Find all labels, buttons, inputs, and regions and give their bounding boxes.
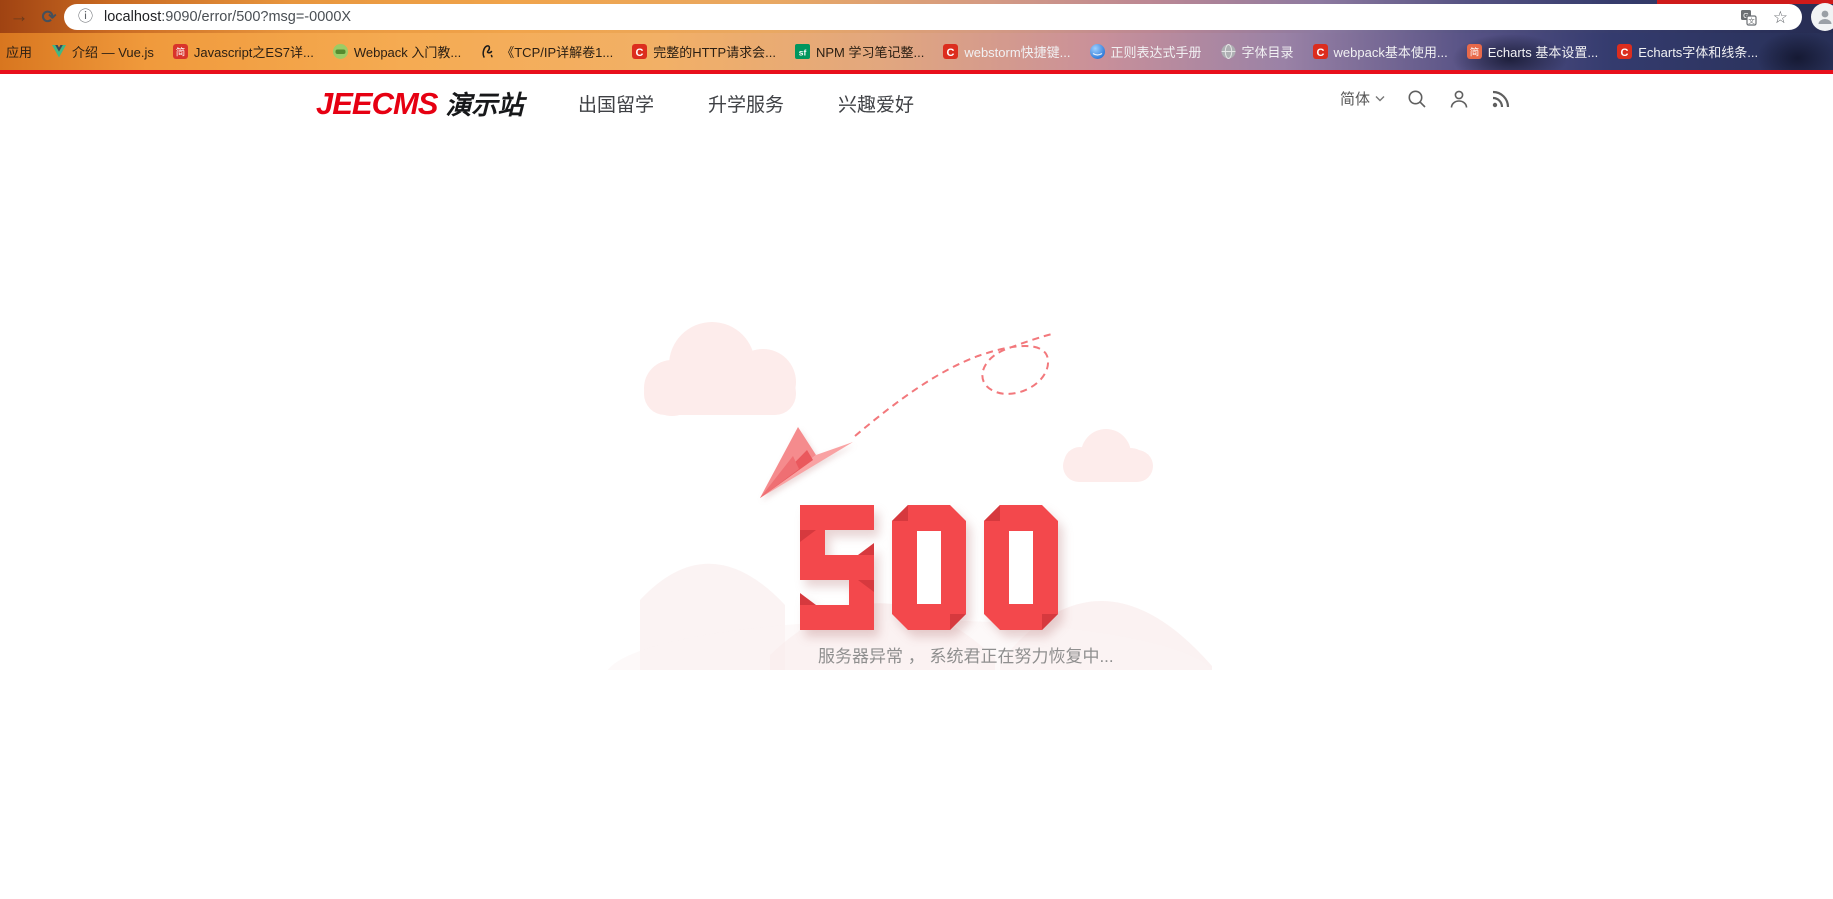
bookmark-label: webstorm快捷键... <box>964 45 1071 60</box>
svg-text:文: 文 <box>1748 16 1755 25</box>
bookmark-label: 正则表达式手册 <box>1110 45 1202 60</box>
bookmark-label: Javascript之ES7详... <box>193 45 314 60</box>
bookmark-item[interactable]: C Echarts字体和线条... <box>1617 42 1758 61</box>
search-icon[interactable] <box>1407 89 1427 109</box>
error-message: 服务器异常 ， 系统君正在努力恢复中... <box>818 647 1114 666</box>
person-icon <box>1818 10 1832 24</box>
url-host: localhost <box>104 9 162 25</box>
bookmark-label: 完整的HTTP请求会... <box>653 45 776 60</box>
bookmark-label: Webpack 入门教... <box>353 45 462 60</box>
bookmark-item[interactable]: 简 Echarts 基本设置... <box>1466 42 1599 61</box>
bookmark-star-icon[interactable]: ☆ <box>1773 9 1788 26</box>
svg-text:简: 简 <box>1469 47 1479 59</box>
error-code-graphic <box>800 505 1058 630</box>
bookmark-item[interactable]: 简 Javascript之ES7详... <box>172 42 314 61</box>
globe-blue-icon <box>1089 44 1105 59</box>
url-text[interactable]: localhost:9090/error/500?msg=-0000X <box>104 9 1740 25</box>
webpack-icon <box>332 44 348 59</box>
bookmark-item[interactable]: 介绍 — Vue.js <box>51 42 154 61</box>
translate-icon[interactable]: G 文 <box>1740 9 1757 26</box>
cloud-left <box>644 322 796 416</box>
nav-item[interactable]: 出国留学 <box>578 90 654 117</box>
csdn-icon: C <box>943 44 959 59</box>
site-info-icon[interactable]: ⓘ <box>78 9 94 25</box>
vue-icon <box>51 44 66 59</box>
bookmark-label: webpack基本使用... <box>1333 45 1448 60</box>
rss-icon[interactable] <box>1491 89 1511 109</box>
svg-text:C: C <box>1621 47 1629 59</box>
site-header: JEECMS 演示站 出国留学 升学服务 兴趣爱好 简体 <box>0 74 1833 136</box>
forward-button[interactable]: → <box>6 4 32 30</box>
url-path: :9090/error/500?msg=-0000X <box>161 9 352 25</box>
bookmark-label: 《TCP/IP详解卷1... <box>501 45 614 60</box>
jianshu-icon: 简 <box>172 44 188 59</box>
csdn-icon: C <box>1617 44 1633 59</box>
header-utilities: 简体 <box>1340 88 1511 109</box>
bookmark-item[interactable]: 正则表达式手册 <box>1089 42 1202 61</box>
bookmarks-bar: 应用 介绍 — Vue.js 简 Javascript之ES7详... Webpack … <box>0 33 1833 70</box>
svg-text:sf: sf <box>799 48 807 58</box>
csdn-icon: C <box>1312 44 1328 59</box>
signature-icon <box>480 44 495 59</box>
jianshu-orange-icon: 简 <box>1466 44 1482 59</box>
csdn-icon: C <box>632 44 648 59</box>
svg-text:简: 简 <box>176 47 186 59</box>
bookmark-item[interactable]: 《TCP/IP详解卷1... <box>480 42 613 61</box>
reload-button[interactable]: ⟳ <box>36 4 62 30</box>
webpage: JEECMS 演示站 出国留学 升学服务 兴趣爱好 简体 服务器异常 ， 系统君… <box>0 74 1833 899</box>
bookmark-label: 介绍 — Vue.js <box>72 45 154 60</box>
paper-plane <box>760 427 853 498</box>
profile-avatar[interactable] <box>1811 3 1833 31</box>
bookmark-item[interactable]: 应用 <box>6 42 32 61</box>
bookmark-item[interactable]: sf NPM 学习笔记整... <box>794 42 925 61</box>
user-icon[interactable] <box>1449 89 1469 109</box>
bookmark-item[interactable]: C 完整的HTTP请求会... <box>632 42 776 61</box>
language-selector[interactable]: 简体 <box>1340 88 1385 109</box>
svg-text:C: C <box>636 47 644 59</box>
url-bar[interactable]: ⓘ localhost:9090/error/500?msg=-0000X G … <box>64 4 1802 30</box>
logo-text-en: JEECMS <box>316 86 438 121</box>
main-nav: 出国留学 升学服务 兴趣爱好 <box>578 90 914 117</box>
nav-item[interactable]: 兴趣爱好 <box>838 90 914 117</box>
bookmark-item[interactable]: Cwebpack基本使用... <box>1312 42 1448 61</box>
globe-icon <box>1221 44 1236 59</box>
chevron-down-icon <box>1375 96 1385 102</box>
nav-item[interactable]: 升学服务 <box>708 90 784 117</box>
flight-trail <box>854 333 1053 437</box>
bookmark-label: Echarts字体和线条... <box>1638 45 1759 60</box>
svg-text:C: C <box>947 47 955 59</box>
error-500-illustration <box>607 322 1213 670</box>
bookmark-label: Echarts 基本设置... <box>1487 45 1599 60</box>
language-label: 简体 <box>1340 91 1371 108</box>
cloud-right <box>1063 429 1153 482</box>
bookmark-item[interactable]: 字体目录 <box>1221 42 1294 61</box>
segmentfault-icon: sf <box>794 44 810 59</box>
bookmark-label: 应用 <box>6 45 33 60</box>
browser-chrome: → ⟳ ⓘ localhost:9090/error/500?msg=-0000… <box>0 0 1833 70</box>
bookmark-item[interactable]: Cwebstorm快捷键... <box>943 42 1071 61</box>
bookmark-label: NPM 学习笔记整... <box>815 45 925 60</box>
bookmark-label: 字体目录 <box>1241 45 1294 60</box>
svg-text:C: C <box>1316 47 1324 59</box>
site-logo[interactable]: JEECMS 演示站 <box>316 85 524 122</box>
bookmark-item[interactable]: Webpack 入门教... <box>332 42 462 61</box>
logo-text-cn: 演示站 <box>445 90 524 120</box>
